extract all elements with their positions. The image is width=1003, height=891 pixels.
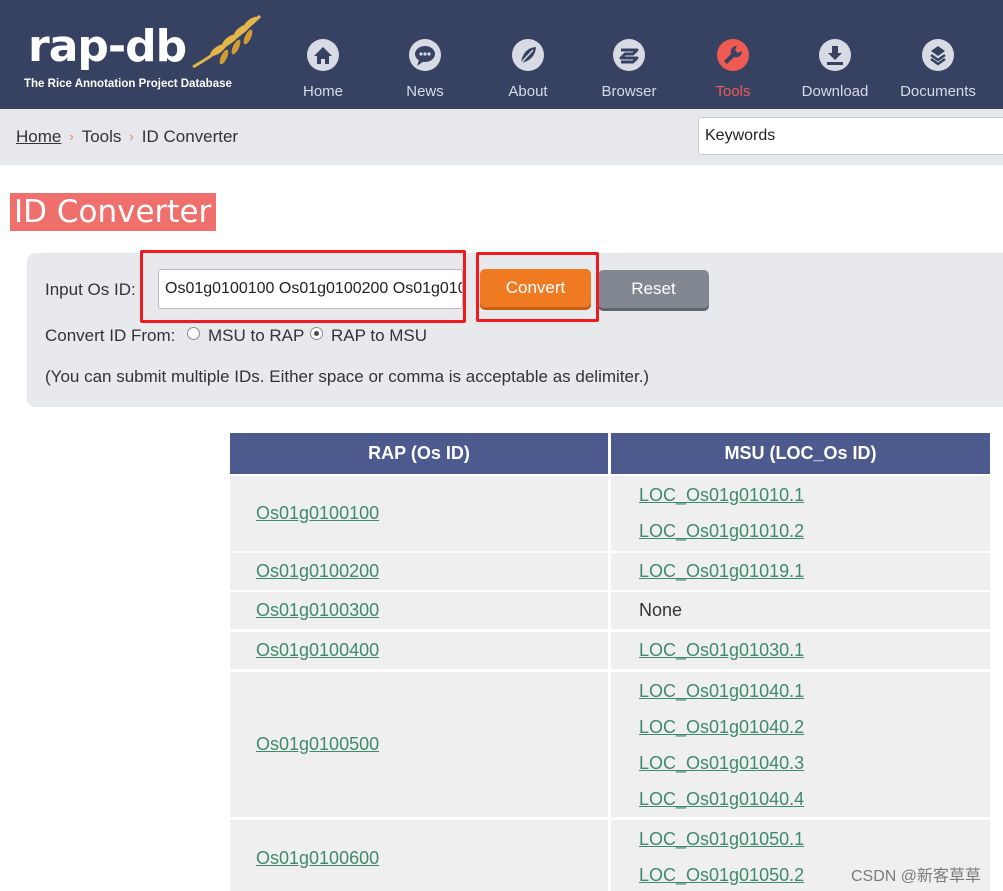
nav-documents[interactable]: Documents (888, 38, 988, 104)
breadcrumb-current: ID Converter (141, 127, 239, 146)
msu-id-link[interactable]: LOC_Os01g01040.2 (639, 717, 804, 738)
nav-about[interactable]: About (478, 38, 578, 104)
msu-id-link[interactable]: LOC_Os01g01050.1 (639, 829, 804, 850)
rap-id-link[interactable]: Os01g0100600 (256, 848, 379, 869)
table-row: Os01g0100400 LOC_Os01g01030.1 (230, 632, 990, 669)
rap-cell: Os01g0100400 (230, 632, 608, 669)
logo-text: rap-db (28, 21, 187, 72)
nav-home[interactable]: Home (273, 38, 373, 104)
rap-db-logo[interactable]: rap-db The Rice Annotation Project Datab… (18, 12, 268, 102)
column-header-rap: RAP (Os ID) (230, 433, 608, 474)
table-row: Os01g0100500 LOC_Os01g01040.1 LOC_Os01g0… (230, 672, 990, 817)
rap-id-link[interactable]: Os01g0100500 (256, 734, 379, 755)
reset-button[interactable]: Reset (598, 270, 709, 308)
nav-browser[interactable]: Browser (579, 38, 679, 104)
rap-cell: Os01g0100100 (230, 476, 608, 551)
nav-tools[interactable]: Tools (683, 38, 783, 104)
msu-cell: LOC_Os01g01019.1 (611, 553, 990, 590)
msu-to-rap-radio[interactable] (187, 327, 200, 340)
rap-id-link[interactable]: Os01g0100300 (256, 600, 379, 621)
nav-label-about: About (508, 83, 548, 100)
msu-id-link[interactable]: LOC_Os01g01040.3 (639, 753, 804, 774)
msu-id-link[interactable]: LOC_Os01g01050.2 (639, 865, 804, 886)
msu-id-link[interactable]: LOC_Os01g01030.1 (639, 640, 804, 661)
chat-icon (409, 39, 441, 71)
nav-label-download: Download (801, 83, 869, 100)
msu-cell: LOC_Os01g01030.1 (611, 632, 990, 669)
rap-id-link[interactable]: Os01g0100400 (256, 640, 379, 661)
msu-cell: LOC_Os01g01010.1 LOC_Os01g01010.2 (611, 476, 990, 551)
browser-icon (613, 39, 645, 71)
wrench-icon (717, 39, 749, 71)
delimiter-hint: (You can submit multiple IDs. Either spa… (45, 367, 650, 386)
page-title: ID Converter (10, 193, 217, 231)
nav-download[interactable]: Download (785, 38, 885, 104)
top-navigation-bar: rap-db The Rice Annotation Project Datab… (0, 0, 1003, 109)
breadcrumb-separator: › (129, 129, 134, 144)
rap-id-link[interactable]: Os01g0100100 (256, 503, 379, 524)
table-row: Os01g0100300 None (230, 592, 990, 629)
msu-cell: None (611, 592, 990, 629)
nav-label-tools: Tools (715, 83, 751, 100)
keywords-search-input[interactable]: Keywords (698, 117, 1003, 155)
rap-to-msu-label[interactable]: RAP to MSU (331, 326, 427, 346)
msu-id-link[interactable]: LOC_Os01g01040.1 (639, 681, 804, 702)
msu-id-link[interactable]: LOC_Os01g01019.1 (639, 561, 804, 582)
convert-id-from-label: Convert ID From: (45, 326, 176, 345)
rap-cell: Os01g0100300 (230, 592, 608, 629)
csdn-watermark: CSDN @新客草草 (851, 868, 982, 885)
msu-id-link[interactable]: LOC_Os01g01040.4 (639, 789, 804, 810)
home-icon (307, 39, 339, 71)
table-row: Os01g0100200 LOC_Os01g01019.1 (230, 553, 990, 590)
breadcrumb-home-link[interactable]: Home (16, 127, 61, 146)
breadcrumb-separator: › (69, 129, 74, 144)
column-header-msu: MSU (LOC_Os ID) (611, 433, 990, 474)
nav-label-home: Home (302, 83, 343, 100)
rap-cell: Os01g0100500 (230, 672, 608, 817)
input-highlight-box (140, 250, 466, 323)
breadcrumb: Home › Tools › ID Converter (16, 127, 238, 147)
breadcrumb-tools: Tools (81, 127, 122, 146)
table-header: RAP (Os ID) MSU (LOC_Os ID) (230, 433, 990, 474)
nav-label-news: News (406, 83, 444, 100)
rap-cell: Os01g0100600 (230, 820, 608, 891)
msu-cell: LOC_Os01g01040.1 LOC_Os01g01040.2 LOC_Os… (611, 672, 990, 817)
rap-id-link[interactable]: Os01g0100200 (256, 561, 379, 582)
input-os-id-label: Input Os ID: (45, 280, 136, 299)
rap-to-msu-radio[interactable] (310, 327, 323, 340)
download-icon (819, 39, 851, 71)
leaf-icon (512, 39, 544, 71)
msu-none-text: None (639, 600, 683, 620)
nav-label-browser: Browser (601, 83, 657, 100)
table-row: Os01g0100100 LOC_Os01g01010.1 LOC_Os01g0… (230, 476, 990, 551)
nav-news[interactable]: News (375, 38, 475, 104)
logo-subtitle: The Rice Annotation Project Database (24, 78, 232, 90)
convert-highlight-box (476, 252, 599, 322)
msu-id-link[interactable]: LOC_Os01g01010.2 (639, 521, 804, 542)
rap-cell: Os01g0100200 (230, 553, 608, 590)
wheat-icon (192, 14, 262, 69)
msu-id-link[interactable]: LOC_Os01g01010.1 (639, 485, 804, 506)
nav-label-documents: Documents (900, 83, 976, 100)
documents-icon (922, 39, 954, 71)
msu-to-rap-label[interactable]: MSU to RAP (208, 326, 304, 346)
